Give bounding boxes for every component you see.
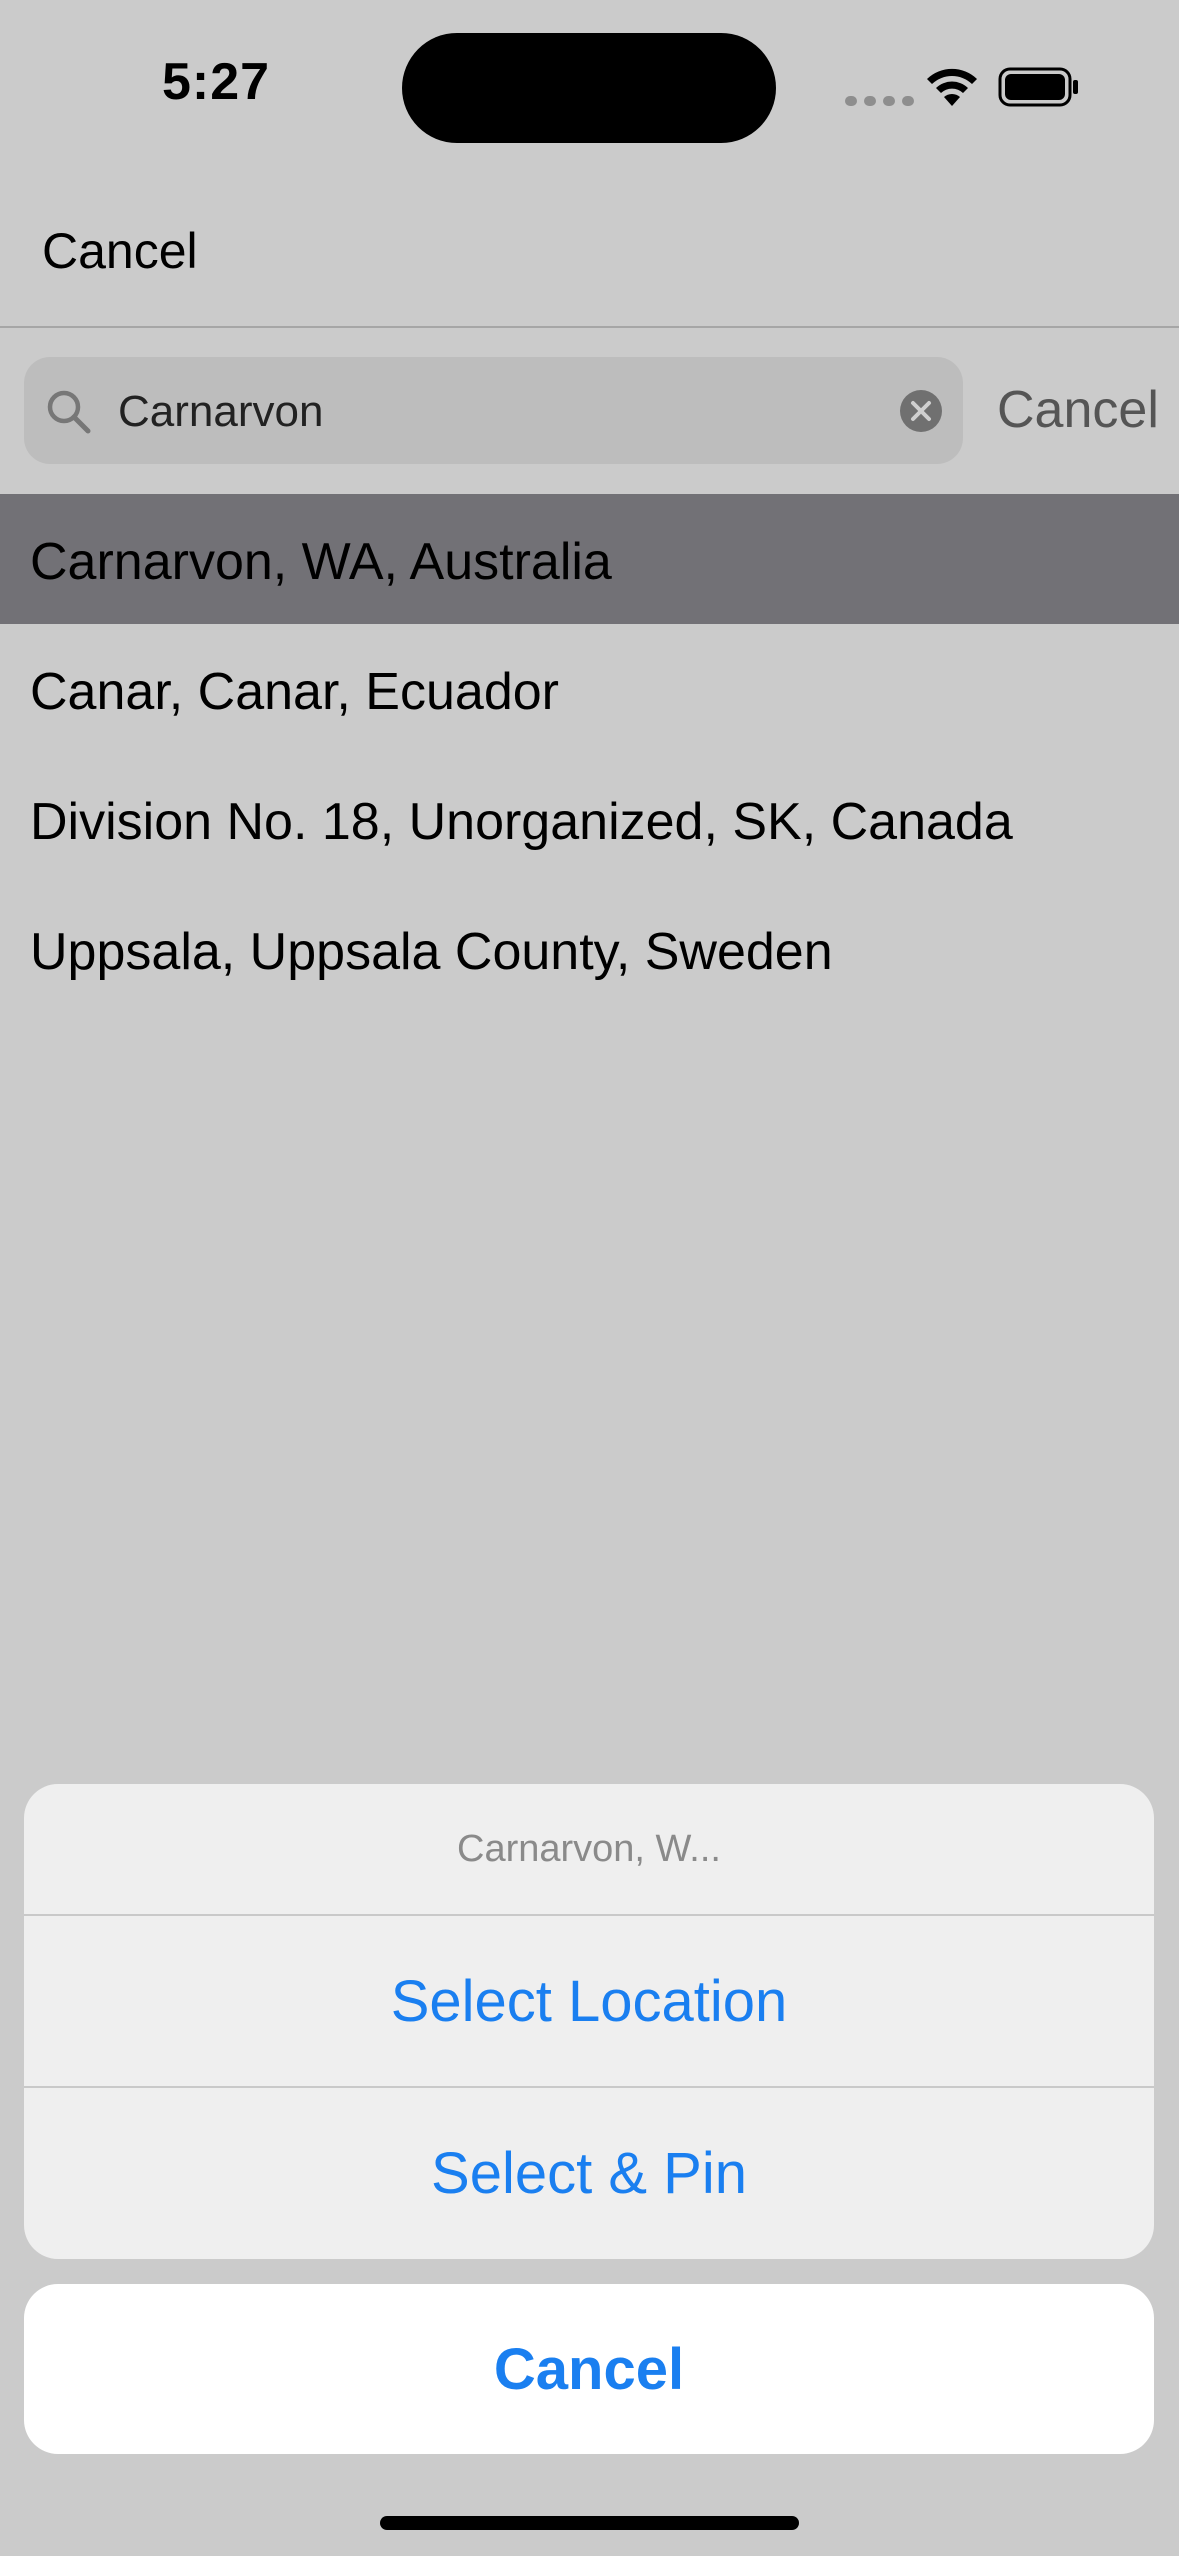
action-sheet: Carnarvon, W... Select Location Select &… — [24, 1784, 1154, 2259]
nav-divider — [0, 326, 1179, 328]
search-field[interactable]: Carnarvon — [24, 357, 963, 464]
select-and-pin-button[interactable]: Select & Pin — [24, 2088, 1154, 2258]
result-label: Division No. 18, Unorganized, SK, Canada — [30, 793, 1013, 851]
nav-cancel-button[interactable]: Cancel — [42, 222, 198, 280]
results-list: Carnarvon, WA, Australia Canar, Canar, E… — [0, 494, 1179, 1014]
select-location-button[interactable]: Select Location — [24, 1916, 1154, 2086]
action-sheet-cancel-button[interactable]: Cancel — [24, 2284, 1154, 2454]
search-icon — [47, 390, 91, 434]
result-label: Carnarvon, WA, Australia — [30, 533, 612, 591]
result-row-carnarvon[interactable]: Carnarvon, WA, Australia — [0, 494, 1179, 624]
home-indicator[interactable] — [380, 2516, 799, 2530]
status-time: 5:27 — [162, 53, 271, 111]
result-row-canar[interactable]: Canar, Canar, Ecuador — [0, 624, 1179, 754]
wifi-icon — [927, 68, 977, 106]
result-row-division-18[interactable]: Division No. 18, Unorganized, SK, Canada — [0, 754, 1179, 884]
result-label: Uppsala, Uppsala County, Sweden — [30, 923, 833, 981]
action-sheet-title: Carnarvon, W... — [457, 1827, 721, 1870]
result-label: Canar, Canar, Ecuador — [30, 663, 559, 721]
cellular-signal-icon — [845, 96, 914, 106]
search-cancel-button[interactable]: Cancel — [997, 380, 1159, 440]
clear-search-icon[interactable] — [899, 389, 943, 433]
screen: 5:27 Cancel Carnarvon Cancel Carnarvon, … — [0, 0, 1179, 2556]
battery-icon — [998, 67, 1078, 107]
result-row-uppsala[interactable]: Uppsala, Uppsala County, Sweden — [0, 884, 1179, 1014]
dynamic-island — [402, 33, 776, 143]
search-input[interactable]: Carnarvon — [118, 387, 323, 437]
